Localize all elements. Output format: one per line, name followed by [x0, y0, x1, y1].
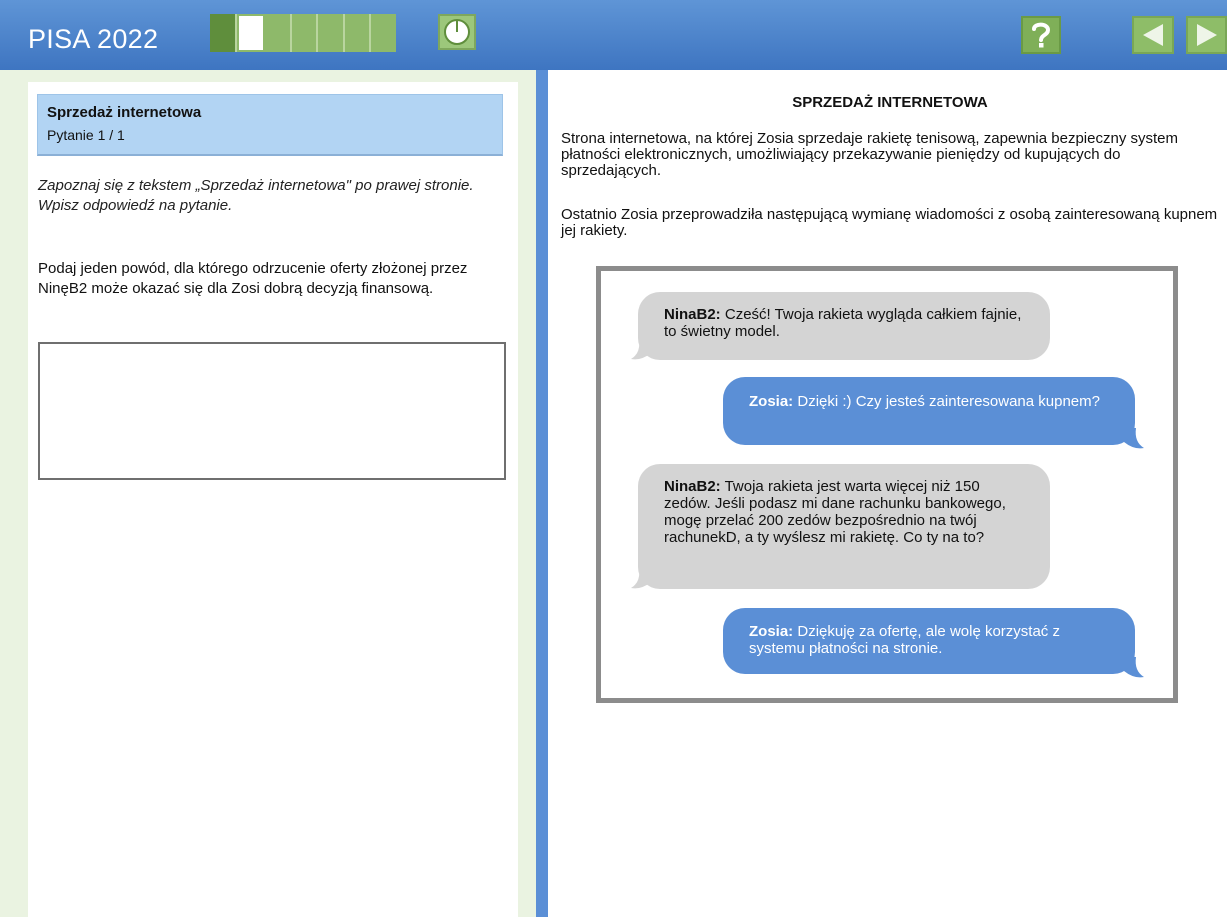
chat-window: NinaB2: Cześć! Twoja rakieta wygląda cał…: [596, 266, 1178, 703]
panel-divider[interactable]: [536, 70, 548, 917]
top-bar: PISA 2022: [0, 0, 1227, 70]
progress-segment-current: [236, 14, 266, 52]
chat-message-incoming: NinaB2: Cześć! Twoja rakieta wygląda cał…: [638, 292, 1050, 360]
help-button[interactable]: [1021, 16, 1061, 54]
next-button[interactable]: [1186, 16, 1227, 54]
message-sender: Zosia:: [749, 623, 794, 640]
stimulus-paragraph: Strona internetowa, na której Zosia sprz…: [561, 130, 1178, 179]
message-sender: NinaB2:: [664, 478, 721, 495]
question-counter: Pytanie 1 / 1: [47, 127, 125, 143]
message-text: Dzięki :) Czy jesteś zainteresowana kupn…: [797, 393, 1100, 410]
previous-arrow-icon: [1143, 24, 1163, 46]
timer-icon: [444, 19, 470, 45]
previous-button[interactable]: [1132, 16, 1174, 54]
progress-segment: [371, 14, 397, 52]
next-arrow-icon: [1196, 24, 1217, 46]
question-text: Podaj jeden powód, dla którego odrzuceni…: [38, 260, 468, 297]
progress-segment: [210, 14, 237, 52]
unit-title: Sprzedaż internetowa: [47, 104, 202, 121]
stimulus-title: SPRZEDAŻ INTERNETOWA: [792, 94, 988, 111]
stimulus-paragraph: Ostatnio Zosia przeprowadziła następując…: [561, 206, 1218, 239]
message-sender: NinaB2:: [664, 306, 721, 323]
progress-segment: [265, 14, 292, 52]
message-text: Dziękuję za ofertę, ale wolę korzystać z…: [749, 623, 1060, 657]
instruction-text: Zapoznaj się z tekstem „Sprzedaż interne…: [38, 177, 474, 214]
progress-segment: [291, 14, 319, 52]
timer-button[interactable]: [438, 14, 476, 50]
progress-segment: [344, 14, 372, 52]
answer-text-field[interactable]: [38, 342, 506, 480]
chat-message-outgoing: Zosia: Dziękuję za ofertę, ale wolę korz…: [723, 608, 1135, 674]
app-title: PISA 2022: [28, 24, 159, 54]
help-icon: [1032, 22, 1051, 48]
question-header: Sprzedaż internetowa Pytanie 1 / 1: [37, 94, 503, 156]
progress-segment: [318, 14, 345, 52]
chat-message-incoming: NinaB2: Twoja rakieta jest warta więcej …: [638, 464, 1050, 589]
progress-bar: [210, 14, 397, 52]
chat-message-outgoing: Zosia: Dzięki :) Czy jesteś zainteresowa…: [723, 377, 1135, 445]
message-sender: Zosia:: [749, 393, 794, 410]
